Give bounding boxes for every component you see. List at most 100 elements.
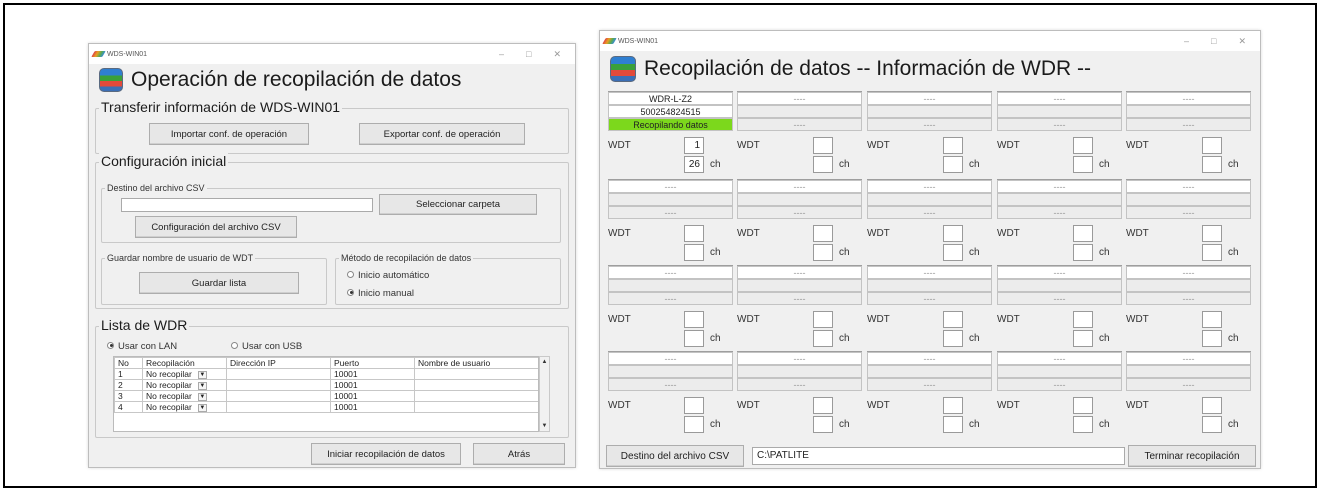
window-title: WDS-WIN01 xyxy=(618,37,659,45)
table-row[interactable]: 4 No recopilar ▼ 10001 xyxy=(114,401,538,413)
table-row[interactable]: 1 No recopilar ▼ 10001 xyxy=(114,368,538,380)
wdt-number-field[interactable]: 1 xyxy=(684,137,704,154)
wdt-number-field[interactable] xyxy=(1202,137,1222,154)
ch-label: ch xyxy=(710,247,721,258)
cell-port[interactable]: 10001 xyxy=(330,379,415,391)
col-header-port[interactable]: Puerto xyxy=(330,357,415,369)
csv-destination-button[interactable]: Destino del archivo CSV xyxy=(606,445,744,467)
ch-number-field[interactable] xyxy=(1202,330,1222,347)
manual-start-radio[interactable]: Inicio manual xyxy=(347,288,414,299)
wdt-number-field[interactable] xyxy=(1073,137,1093,154)
ch-number-field[interactable] xyxy=(943,156,963,173)
ch-number-field[interactable] xyxy=(1073,244,1093,261)
col-header-ip[interactable]: Dirección IP xyxy=(226,357,331,369)
select-folder-button[interactable]: Seleccionar carpeta xyxy=(379,194,537,215)
ch-number-field[interactable] xyxy=(813,156,833,173)
col-header-user[interactable]: Nombre de usuario xyxy=(414,357,538,369)
finish-collection-button[interactable]: Terminar recopilación xyxy=(1128,445,1256,467)
scroll-up-icon[interactable]: ▲ xyxy=(540,357,549,367)
scroll-down-icon[interactable]: ▼ xyxy=(540,421,549,431)
cell-ip[interactable] xyxy=(226,379,331,391)
csv-path-input[interactable] xyxy=(121,198,373,212)
ch-number-field[interactable]: 26 xyxy=(684,156,704,173)
wdt-number-field[interactable] xyxy=(1202,311,1222,328)
wdt-number-field[interactable] xyxy=(1202,225,1222,242)
dropdown-arrow-icon[interactable]: ▼ xyxy=(197,403,207,412)
col-header-no[interactable]: No xyxy=(114,357,143,369)
start-collection-button[interactable]: Iniciar recopilación de datos xyxy=(311,443,461,465)
ch-number-field[interactable] xyxy=(943,330,963,347)
ch-label: ch xyxy=(839,159,850,170)
ch-number-field[interactable] xyxy=(1202,156,1222,173)
cell-recopilacion[interactable]: No recopilar ▼ xyxy=(142,368,227,380)
wdt-number-field[interactable] xyxy=(943,311,963,328)
ch-number-field[interactable] xyxy=(684,416,704,433)
ch-number-field[interactable] xyxy=(943,244,963,261)
cell-ip[interactable] xyxy=(226,368,331,380)
wdt-number-field[interactable] xyxy=(684,225,704,242)
cell-port[interactable]: 10001 xyxy=(330,390,415,402)
maximize-icon[interactable]: □ xyxy=(1211,36,1216,47)
ch-number-field[interactable] xyxy=(943,416,963,433)
cell-port[interactable]: 10001 xyxy=(330,401,415,413)
back-button[interactable]: Atrás xyxy=(473,443,565,465)
wdt-number-field[interactable] xyxy=(813,225,833,242)
ch-number-field[interactable] xyxy=(1073,330,1093,347)
ch-number-field[interactable] xyxy=(1073,156,1093,173)
dropdown-arrow-icon[interactable]: ▼ xyxy=(197,370,207,379)
ch-number-field[interactable] xyxy=(1073,416,1093,433)
wdt-number-field[interactable] xyxy=(1073,225,1093,242)
cell-user[interactable] xyxy=(414,390,538,402)
table-row[interactable]: 3 No recopilar ▼ 10001 xyxy=(114,390,538,402)
ch-number-field[interactable] xyxy=(1202,244,1222,261)
auto-start-radio[interactable]: Inicio automático xyxy=(347,270,429,281)
minimize-icon[interactable]: – xyxy=(1184,36,1189,47)
table-row[interactable]: 2 No recopilar ▼ 10001 xyxy=(114,379,538,391)
ch-number-field[interactable] xyxy=(813,330,833,347)
cell-recopilacion[interactable]: No recopilar ▼ xyxy=(142,401,227,413)
close-icon[interactable]: ✕ xyxy=(553,49,561,60)
cell-recopilacion[interactable]: No recopilar ▼ xyxy=(142,390,227,402)
wdr-name: ---- xyxy=(867,180,992,193)
cell-ip[interactable] xyxy=(226,390,331,402)
wdt-number-field[interactable] xyxy=(813,137,833,154)
csv-config-button[interactable]: Configuración del archivo CSV xyxy=(135,216,297,238)
wdr-name: ---- xyxy=(608,180,733,193)
ch-number-field[interactable] xyxy=(684,330,704,347)
cell-user[interactable] xyxy=(414,368,538,380)
cell-port[interactable]: 10001 xyxy=(330,368,415,380)
cell-user[interactable] xyxy=(414,401,538,413)
dropdown-arrow-icon[interactable]: ▼ xyxy=(197,392,207,401)
use-usb-radio[interactable]: Usar con USB xyxy=(231,341,302,352)
wdt-number-field[interactable] xyxy=(813,397,833,414)
wdt-number-field[interactable] xyxy=(813,311,833,328)
wdt-number-field[interactable] xyxy=(684,311,704,328)
export-config-button[interactable]: Exportar conf. de operación xyxy=(359,123,525,145)
wdt-number-field[interactable] xyxy=(684,397,704,414)
ch-number-field[interactable] xyxy=(684,244,704,261)
table-scrollbar[interactable]: ▲ ▼ xyxy=(539,356,550,432)
wdt-number-field[interactable] xyxy=(1202,397,1222,414)
cell-recopilacion[interactable]: No recopilar ▼ xyxy=(142,379,227,391)
csv-path-field[interactable]: C:\PATLITE xyxy=(752,447,1125,465)
ch-number-field[interactable] xyxy=(813,244,833,261)
save-list-button[interactable]: Guardar lista xyxy=(139,272,299,294)
cell-ip[interactable] xyxy=(226,401,331,413)
radio-icon xyxy=(231,341,238,349)
wdt-number-field[interactable] xyxy=(943,137,963,154)
wdt-number-field[interactable] xyxy=(1073,397,1093,414)
use-lan-radio[interactable]: Usar con LAN xyxy=(107,341,177,352)
minimize-icon[interactable]: – xyxy=(499,49,504,60)
dropdown-arrow-icon[interactable]: ▼ xyxy=(197,381,207,390)
cell-user[interactable] xyxy=(414,379,538,391)
import-config-button[interactable]: Importar conf. de operación xyxy=(149,123,309,145)
close-icon[interactable]: ✕ xyxy=(1238,36,1246,47)
ch-number-field[interactable] xyxy=(1202,416,1222,433)
wdt-number-field[interactable] xyxy=(1073,311,1093,328)
col-header-recopilacion[interactable]: Recopilación xyxy=(142,357,227,369)
wdt-number-field[interactable] xyxy=(943,225,963,242)
maximize-icon[interactable]: □ xyxy=(526,49,531,60)
wdt-number-field[interactable] xyxy=(943,397,963,414)
ch-number-field[interactable] xyxy=(813,416,833,433)
wdr-name: WDR-L-Z2 xyxy=(608,92,733,105)
